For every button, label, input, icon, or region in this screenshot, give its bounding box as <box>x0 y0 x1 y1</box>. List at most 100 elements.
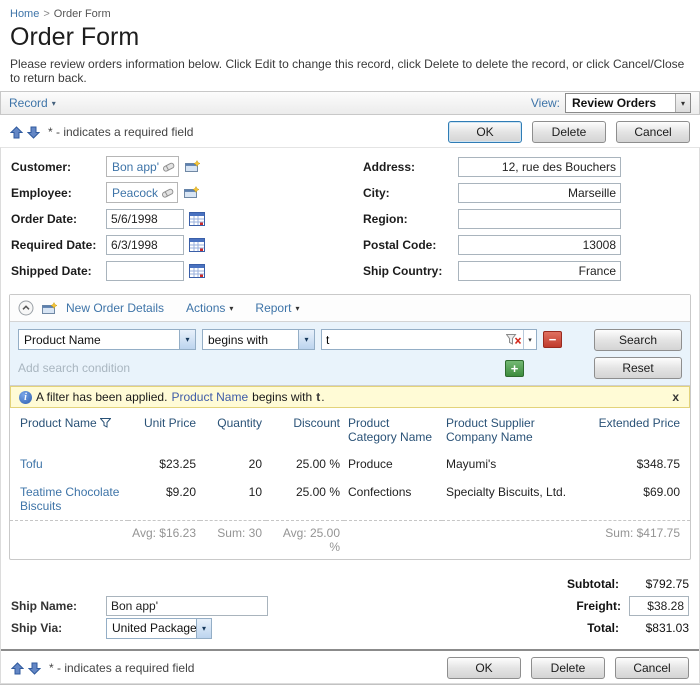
chevron-down-icon[interactable]: ▾ <box>523 330 536 349</box>
shipped-date-input[interactable] <box>106 260 184 281</box>
chevron-down-icon: ▾ <box>295 303 300 313</box>
cancel-button[interactable]: Cancel <box>616 121 690 143</box>
shipped-date-label: Shipped Date: <box>11 263 92 278</box>
remove-condition-button[interactable]: − <box>543 331 562 348</box>
search-value-input[interactable] <box>322 331 506 348</box>
top-action-bar: * - indicates a required field OK Delete… <box>0 115 700 147</box>
supplier-cell: Mayumi's <box>446 457 497 471</box>
eraser-icon[interactable] <box>161 187 174 198</box>
employee-lookup[interactable]: Peacock <box>106 182 179 203</box>
eraser-icon[interactable] <box>162 161 175 172</box>
extended-price-cell: $348.75 <box>636 457 680 471</box>
delete-button[interactable]: Delete <box>532 121 606 143</box>
order-date-input[interactable] <box>106 208 184 229</box>
required-field-note: * - indicates a required field <box>49 661 195 675</box>
customer-lookup[interactable]: Bon app' <box>106 156 179 177</box>
category-cell: Confections <box>348 485 412 499</box>
filter-notice-field-link[interactable]: Product Name <box>171 390 248 404</box>
delete-button[interactable]: Delete <box>531 657 605 679</box>
filter-funnel-icon[interactable] <box>99 418 111 428</box>
ship-name-label: Ship Name: <box>11 599 78 613</box>
required-date-label: Required Date: <box>11 237 97 252</box>
ship-country-input[interactable] <box>458 260 621 281</box>
new-customer-icon[interactable] <box>185 160 201 173</box>
order-details-header: New Order Details Actions ▾ Report ▾ <box>10 295 690 321</box>
close-icon[interactable]: x <box>670 390 681 404</box>
calendar-icon[interactable] <box>189 237 205 252</box>
breadcrumb-home-link[interactable]: Home <box>10 8 39 20</box>
total-label: Total: <box>587 621 619 635</box>
quantity-cell: 20 <box>248 457 262 471</box>
address-input[interactable] <box>458 156 621 177</box>
record-menu[interactable]: Record ▾ <box>9 96 56 110</box>
breadcrumb-separator: > <box>43 8 50 20</box>
table-header-row: Product Name Unit Price Quantity Discoun… <box>10 408 690 450</box>
column-header-unit-price[interactable]: Unit Price <box>128 408 200 450</box>
cancel-button[interactable]: Cancel <box>615 657 689 679</box>
page-instructions: Please review orders information below. … <box>10 57 685 85</box>
search-area: Product Name ▾ begins with ▾ ▾ − <box>10 321 690 386</box>
search-field-select[interactable]: Product Name ▾ <box>18 329 196 350</box>
freight-input[interactable] <box>629 596 689 616</box>
subtotal-label: Subtotal: <box>567 577 619 591</box>
report-menu[interactable]: Report ▾ <box>255 301 299 315</box>
search-button[interactable]: Search <box>594 329 682 351</box>
ship-via-label: Ship Via: <box>11 621 63 635</box>
postal-code-input[interactable] <box>458 234 621 255</box>
add-condition-button[interactable]: + <box>505 359 524 377</box>
view-select-value: Review Orders <box>572 96 657 110</box>
column-header-supplier[interactable]: Product Supplier Company Name <box>442 408 584 450</box>
employee-link[interactable]: Peacock <box>112 186 158 200</box>
search-field-value: Product Name <box>24 332 101 347</box>
city-label: City: <box>363 185 390 200</box>
new-employee-icon[interactable] <box>184 186 200 199</box>
record-menu-label: Record <box>9 96 48 110</box>
filter-notice-period: . <box>321 390 325 404</box>
ship-via-select[interactable]: United Package ▾ <box>106 617 212 639</box>
clear-filter-icon[interactable] <box>506 333 523 346</box>
supplier-cell: Specialty Biscuits, Ltd. <box>446 485 567 499</box>
view-select[interactable]: Review Orders ▾ <box>565 93 691 113</box>
city-input[interactable] <box>458 182 621 203</box>
column-header-category[interactable]: Product Category Name <box>344 408 442 450</box>
collapse-button[interactable] <box>18 300 34 316</box>
order-details-panel: New Order Details Actions ▾ Report ▾ Pro… <box>9 294 691 560</box>
customer-label: Customer: <box>11 159 72 174</box>
column-header-product-name[interactable]: Product Name <box>10 408 128 450</box>
actions-menu[interactable]: Actions ▾ <box>186 301 233 315</box>
reset-button[interactable]: Reset <box>594 357 682 379</box>
ship-name-input[interactable] <box>106 596 268 616</box>
ok-button[interactable]: OK <box>448 121 522 143</box>
chevron-down-icon: ▾ <box>298 330 314 349</box>
aggregate-unit-price: Avg: $16.23 <box>128 520 200 559</box>
record-content: Customer: Bon app' Employee: Peacock Ord… <box>0 147 700 684</box>
up-arrow-icon[interactable] <box>10 125 23 139</box>
discount-cell: 25.00 % <box>295 485 340 499</box>
filter-notice-prefix: A filter has been applied. <box>36 390 168 404</box>
filter-notice: i A filter has been applied. Product Nam… <box>10 386 690 408</box>
filter-notice-value: t <box>316 390 321 404</box>
calendar-icon[interactable] <box>189 211 205 226</box>
ok-button[interactable]: OK <box>447 657 521 679</box>
address-label: Address: <box>363 159 416 174</box>
new-order-details-icon[interactable] <box>42 301 58 315</box>
product-link[interactable]: Teatime Chocolate Biscuits <box>20 485 119 513</box>
customer-link[interactable]: Bon app' <box>112 160 159 174</box>
new-order-details-link[interactable]: New Order Details <box>66 301 164 315</box>
column-header-quantity[interactable]: Quantity <box>200 408 266 450</box>
search-operator-select[interactable]: begins with ▾ <box>202 329 315 350</box>
down-arrow-icon[interactable] <box>27 126 40 139</box>
region-input[interactable] <box>458 208 621 229</box>
up-arrow-icon[interactable] <box>11 661 24 675</box>
add-search-condition[interactable]: Add search condition <box>18 361 499 375</box>
discount-cell: 25.00 % <box>295 457 340 471</box>
calendar-icon[interactable] <box>189 263 205 278</box>
down-arrow-icon[interactable] <box>28 662 41 675</box>
product-link[interactable]: Tofu <box>20 457 43 471</box>
column-header-extended-price[interactable]: Extended Price <box>584 408 690 450</box>
aggregate-row: Avg: $16.23 Sum: 30 Avg: 25.00 % Sum: $4… <box>10 520 690 559</box>
column-header-discount[interactable]: Discount <box>266 408 344 450</box>
region-label: Region: <box>363 211 408 226</box>
required-date-input[interactable] <box>106 234 184 255</box>
aggregate-extended-price: Sum: $417.75 <box>584 520 690 559</box>
